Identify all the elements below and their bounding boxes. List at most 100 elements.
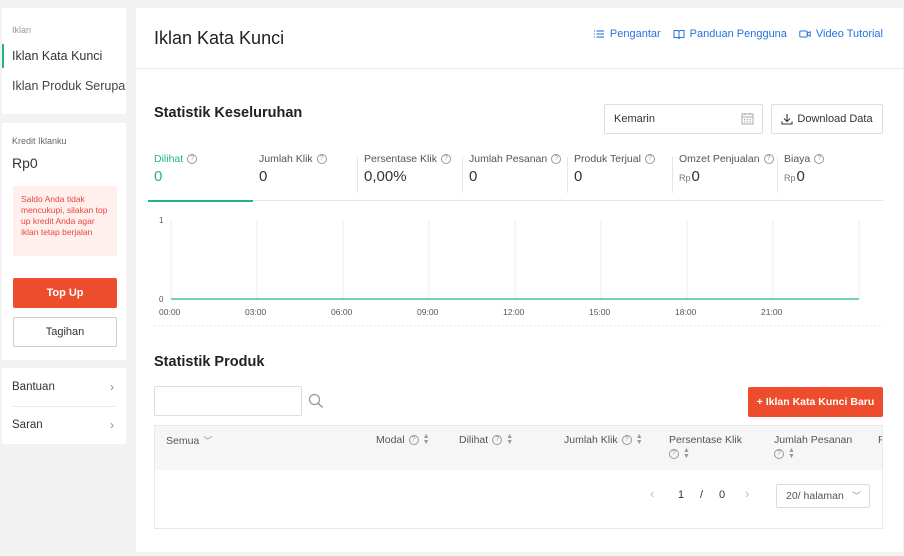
download-data-label: Download Data [797, 113, 873, 125]
metric-tabs: Dilihat? 0 Jumlah Klik? 0 Persentase Kli… [148, 153, 883, 202]
help-icon: ? [408, 435, 419, 445]
video-icon [799, 30, 811, 38]
metric-clicks[interactable]: Jumlah Klik? 0 [253, 153, 358, 201]
column-label: Jumlah Pesanan [774, 434, 853, 446]
column-label: Persentase Klik [669, 434, 742, 446]
help-icon: ? [551, 154, 562, 164]
chevron-down-icon: ﹀ [851, 491, 861, 501]
video-tutorial-link[interactable]: Video Tutorial [799, 28, 883, 40]
search-icon[interactable] [308, 393, 324, 409]
metric-value: 0 [691, 168, 700, 185]
help-icon: ? [187, 154, 198, 164]
help-icon: ? [774, 449, 784, 459]
x-tick-label: 18:00 [675, 307, 697, 317]
help-icon: ? [644, 154, 655, 164]
column-orders[interactable]: Jumlah Pesanan? ▲ ▼ [774, 434, 852, 460]
x-tick-label: 09:00 [417, 307, 439, 317]
download-icon [781, 114, 793, 125]
product-table: Semua ﹀ Modal? ▲ ▼ Dilihat? ▲ ▼ Jumlah Klik? ▲… [154, 425, 883, 529]
metric-gmv[interactable]: Omzet Penjualan? Rp0 [673, 153, 778, 201]
help-icon: ? [814, 154, 825, 164]
intro-link[interactable]: Pengantar [593, 28, 661, 40]
date-select[interactable]: Kemarin [604, 104, 763, 134]
feedback-item[interactable]: Saran › [12, 406, 116, 444]
metric-value: 0,00% [364, 168, 407, 185]
column-views[interactable]: Dilihat? ▲ ▼ [459, 433, 514, 446]
column-label: P [878, 434, 882, 446]
top-up-button[interactable]: Top Up [13, 278, 117, 308]
search-input[interactable] [154, 386, 302, 416]
help-icon: ? [669, 449, 679, 459]
metric-label: Biaya [784, 153, 811, 165]
y-tick-label: 0 [159, 295, 164, 304]
help-item[interactable]: Bantuan › [12, 368, 116, 406]
total-pages: 0 [719, 489, 726, 501]
column-label: Dilihat [459, 434, 489, 446]
feedback-item-label: Saran [12, 419, 43, 431]
prev-page-icon[interactable]: ‹ [650, 486, 654, 501]
video-tutorial-link-label: Video Tutorial [815, 28, 883, 40]
bill-button[interactable]: Tagihan [13, 317, 117, 347]
sort-icon: ▲ ▼ [422, 433, 430, 446]
metric-items-sold[interactable]: Produk Terjual? 0 [568, 153, 673, 201]
main-panel: Iklan Kata Kunci Pengantar Panduan Pengg… [136, 8, 903, 552]
column-ctr[interactable]: Persentase Klik? ▲ ▼ [669, 434, 742, 460]
product-stats-title: Statistik Produk [154, 354, 265, 370]
download-data-button[interactable]: Download Data [771, 104, 883, 134]
column-label: Semua [166, 434, 200, 447]
column-filter-all[interactable]: Semua ﹀ [166, 434, 212, 447]
add-keyword-ad-button[interactable]: + Iklan Kata Kunci Baru [748, 387, 883, 417]
help-panel: Bantuan › Saran › [2, 368, 126, 444]
credit-panel: Kredit Iklanku Rp0 Saldo Anda tidak menc… [2, 123, 126, 360]
metric-ctr[interactable]: Persentase Klik? 0,00% [358, 153, 463, 201]
next-page-icon[interactable]: › [745, 486, 749, 501]
date-select-value: Kemarin [614, 113, 655, 125]
current-page: 1 [678, 489, 685, 501]
column-label: Modal [376, 434, 405, 446]
metric-label: Dilihat [154, 153, 184, 165]
currency-prefix: Rp [784, 173, 796, 183]
page-header: Iklan Kata Kunci Pengantar Panduan Pengg… [136, 8, 903, 69]
metric-label: Omzet Penjualan [679, 153, 760, 165]
column-label: Jumlah Klik [564, 434, 618, 446]
metric-value: 0 [259, 168, 268, 185]
sort-icon: ▲ ▼ [788, 447, 795, 460]
help-icon: ? [316, 154, 327, 164]
metric-value: 0 [154, 168, 163, 185]
metric-cost[interactable]: Biaya? Rp0 [778, 153, 883, 201]
overview-title: Statistik Keseluruhan [154, 105, 303, 121]
page-separator: / [700, 489, 704, 501]
sidebar-item-keyword-ads[interactable]: Iklan Kata Kunci [2, 44, 126, 68]
per-page-select[interactable]: 20/ halaman ﹀ [776, 484, 870, 508]
help-icon: ? [621, 435, 632, 445]
calendar-icon [741, 113, 754, 125]
metric-value: 0 [796, 168, 805, 185]
x-tick-label: 15:00 [589, 307, 611, 317]
column-modal[interactable]: Modal? ▲ ▼ [376, 433, 430, 446]
user-guide-link-label: Panduan Pengguna [689, 28, 787, 40]
sidebar-item-similar-product-ads[interactable]: Iklan Produk Serupa [2, 74, 126, 98]
metric-value: 0 [574, 168, 583, 185]
x-tick-label: 06:00 [331, 307, 353, 317]
sort-icon: ▲ ▼ [506, 433, 514, 446]
column-truncated[interactable]: P [878, 434, 882, 446]
sort-icon: ▲ ▼ [683, 447, 690, 460]
help-item-label: Bantuan [12, 381, 55, 393]
line-chart: 0 1 00:00 03:00 06:00 09:00 12:00 15:00 18:00 21:… [154, 216, 884, 327]
metric-label: Persentase Klik [364, 153, 437, 165]
x-tick-label: 03:00 [245, 307, 267, 317]
user-guide-link[interactable]: Panduan Pengguna [673, 28, 787, 40]
x-tick-label: 00:00 [159, 307, 181, 317]
metric-label: Jumlah Klik [259, 153, 313, 165]
column-clicks[interactable]: Jumlah Klik? ▲ ▼ [564, 433, 643, 446]
table-header: Semua ﹀ Modal? ▲ ▼ Dilihat? ▲ ▼ Jumlah Klik? ▲… [155, 426, 882, 470]
metric-value: 0 [469, 168, 478, 185]
chevron-down-icon: ﹀ [203, 436, 213, 446]
y-tick-label: 1 [159, 216, 164, 225]
metric-views[interactable]: Dilihat? 0 [148, 153, 253, 202]
chevron-right-icon: › [110, 380, 114, 394]
metric-label: Produk Terjual [574, 153, 641, 165]
per-page-value: 20/ halaman [786, 490, 844, 502]
x-tick-label: 12:00 [503, 307, 525, 317]
metric-orders[interactable]: Jumlah Pesanan? 0 [463, 153, 568, 201]
